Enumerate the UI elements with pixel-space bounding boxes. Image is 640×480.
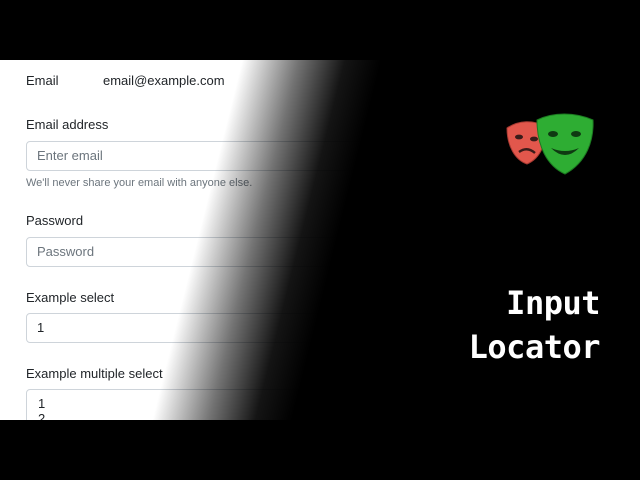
multi-select-label: Example multiple select	[26, 366, 163, 381]
playwright-masks-icon	[506, 113, 594, 175]
bottom-letterbox	[0, 420, 640, 480]
example-multiple-select[interactable]: 1 2	[26, 389, 366, 420]
email-address-label: Email address	[26, 117, 109, 132]
top-letterbox	[0, 0, 640, 60]
password-input[interactable]: Password	[26, 237, 366, 267]
multi-select-option[interactable]: 1	[38, 396, 354, 411]
green-mask-icon	[536, 113, 594, 175]
select-label: Example select	[26, 290, 115, 305]
multi-select-option[interactable]: 2	[38, 411, 354, 420]
email-static-label: Email	[26, 73, 59, 88]
title-line-1: Input	[506, 284, 600, 322]
example-select[interactable]: 1	[26, 313, 366, 343]
email-help-text: We'll never share your email with anyone…	[26, 177, 253, 189]
form-panel: Email email@example.com Email address En…	[0, 60, 380, 420]
title-line-2: Locator	[468, 328, 601, 366]
password-label: Password	[26, 213, 84, 228]
email-static-value: email@example.com	[103, 73, 225, 88]
email-input[interactable]: Enter email	[26, 141, 366, 171]
